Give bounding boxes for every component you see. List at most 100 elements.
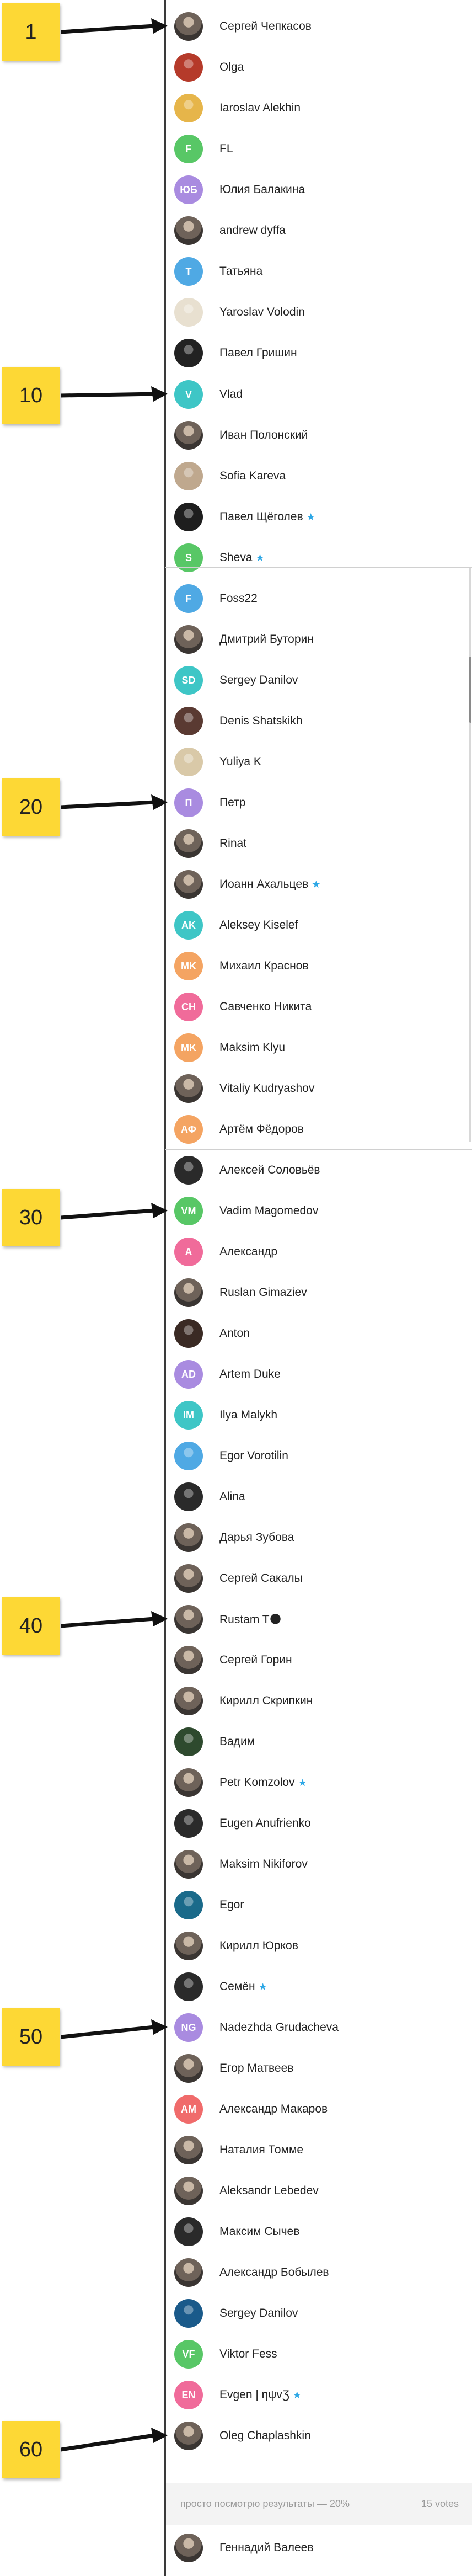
votes-count: 15 votes <box>421 2498 459 2509</box>
voter-name-text: Сергей Сакалы <box>219 1572 303 1585</box>
avatar <box>174 2534 203 2562</box>
voter-name: Егор Матвеев <box>219 2062 293 2075</box>
voter-row[interactable]: Иван Полонский <box>171 414 472 455</box>
avatar-initials: IM <box>183 1409 194 1421</box>
voter-row[interactable]: F Foss22 <box>171 578 472 618</box>
poll-option-row[interactable]: просто посмотрю результаты — 20% 15 vote… <box>166 2483 472 2525</box>
avatar <box>174 1687 203 1715</box>
voter-row[interactable]: VF Viktor Fess <box>171 2333 472 2374</box>
avatar <box>174 1646 203 1674</box>
voter-name-text: Foss22 <box>219 592 258 605</box>
voter-row[interactable]: Vitaliy Kudryashov <box>171 1068 472 1108</box>
voter-row[interactable]: Olga <box>171 46 472 87</box>
voter-row[interactable]: SD Sergey Danilov <box>171 659 472 700</box>
avatar <box>174 1891 203 1919</box>
voter-row[interactable]: VM Vadim Magomedov <box>171 1190 472 1231</box>
voter-row[interactable]: Denis Shatskikh <box>171 700 472 741</box>
voter-row[interactable]: IM Ilya Malykh <box>171 1394 472 1435</box>
voter-row[interactable]: Petr Komzolov ★ <box>171 1762 472 1802</box>
scrollbar-track[interactable] <box>469 568 471 1142</box>
voter-name: Viktor Fess <box>219 2348 277 2361</box>
voter-row[interactable]: Максим Сычев <box>171 2211 472 2252</box>
voter-row[interactable]: Дмитрий Буторин <box>171 618 472 659</box>
voter-row[interactable]: Eugen Anufrienko <box>171 1802 472 1843</box>
voter-row[interactable]: ЮБ Юлия Балакина <box>171 169 472 210</box>
voter-row[interactable]: Павел Гришин <box>171 332 472 373</box>
voter-name-text: Савченко Никита <box>219 1000 312 1013</box>
voter-row[interactable]: Oleg Chaplashkin <box>171 2415 472 2456</box>
voter-row[interactable]: П Петр <box>171 782 472 823</box>
voter-row[interactable]: Rustam T🌑 <box>171 1598 472 1639</box>
voter-row[interactable]: Семён ★ <box>171 1966 472 2007</box>
voter-row[interactable]: Вадим <box>171 1721 472 1762</box>
voter-name: Павел Щёголев ★ <box>219 510 315 524</box>
voter-row[interactable]: Maksim Nikiforov <box>171 1843 472 1884</box>
voter-row[interactable]: Иоанн Ахальцев ★ <box>171 863 472 904</box>
voter-row[interactable]: Дарья Зубова <box>171 1517 472 1558</box>
voter-row[interactable]: Павел Щёголев ★ <box>171 496 472 537</box>
avatar: П <box>174 788 203 817</box>
voter-name-text: Yaroslav Volodin <box>219 306 305 318</box>
voter-row[interactable]: Yaroslav Volodin <box>171 291 472 332</box>
voter-row[interactable]: andrew dyffa <box>171 210 472 250</box>
voter-row[interactable]: АФ Артём Фёдоров <box>171 1108 472 1149</box>
voter-row[interactable]: Aleksandr Lebedev <box>171 2170 472 2211</box>
voter-row[interactable]: Геннадий Валеев <box>171 2527 472 2568</box>
voter-row[interactable]: Александр Бобылев <box>171 2252 472 2292</box>
voter-name-text: Nadezhda Grudacheva <box>219 2021 339 2034</box>
voter-name-text: Viktor Fess <box>219 2348 277 2360</box>
voter-row[interactable]: Sofia Kareva <box>171 455 472 496</box>
voter-row[interactable]: F FL <box>171 128 472 169</box>
voter-row[interactable]: Ruslan Gimaziev <box>171 1272 472 1313</box>
voter-row[interactable]: Alina <box>171 1476 472 1517</box>
voter-row[interactable]: V Vlad <box>171 374 472 414</box>
voter-row[interactable]: AK Aleksey Kiselef <box>171 904 472 945</box>
avatar-initials: VM <box>181 1205 196 1217</box>
voter-row[interactable]: Наталия Томме <box>171 2129 472 2170</box>
voter-row[interactable]: Алексей Соловьёв <box>171 1149 472 1190</box>
voter-row[interactable]: Егор Матвеев <box>171 2047 472 2088</box>
avatar <box>174 1605 203 1634</box>
voter-name: Александр <box>219 1245 277 1258</box>
voter-row[interactable]: S Sheva ★ <box>171 537 472 578</box>
screenshot-seam <box>165 1149 472 1150</box>
scrollbar-thumb[interactable] <box>469 657 471 723</box>
voter-row[interactable]: T Татьяна <box>171 250 472 291</box>
voter-name-text: Artem Duke <box>219 1368 281 1380</box>
voter-row[interactable]: Кирилл Скрипкин <box>171 1680 472 1721</box>
voter-row[interactable]: Rinat <box>171 823 472 863</box>
avatar: S <box>174 543 203 572</box>
voter-row[interactable]: Сергей Горин <box>171 1639 472 1680</box>
avatar <box>174 53 203 82</box>
voter-row[interactable]: Сергей Сакалы <box>171 1558 472 1598</box>
avatar <box>174 2054 203 2083</box>
voter-row[interactable]: NG Nadezhda Grudacheva <box>171 2007 472 2047</box>
voter-row[interactable]: AD Artem Duke <box>171 1353 472 1394</box>
avatar-initials: F <box>185 593 192 604</box>
voter-name-text: Aleksey Kiselef <box>219 919 298 931</box>
arrow-icon <box>61 1203 168 1220</box>
voter-row[interactable]: MK Михаил Краснов <box>171 945 472 986</box>
voter-name-text: andrew dyffa <box>219 224 286 237</box>
voter-row[interactable]: Сергей Чепкасов <box>171 6 472 46</box>
voter-name: Olga <box>219 61 244 74</box>
voter-row[interactable]: Iaroslav Alekhin <box>171 87 472 128</box>
voter-row[interactable]: CH Савченко Никита <box>171 986 472 1027</box>
voter-row[interactable]: MK Maksim Klyu <box>171 1027 472 1068</box>
voter-row[interactable]: Anton <box>171 1313 472 1353</box>
voter-name: Наталия Томме <box>219 2143 303 2157</box>
voter-row[interactable]: Кирилл Юрков <box>171 1925 472 1966</box>
voter-row[interactable]: Egor <box>171 1884 472 1925</box>
avatar <box>174 707 203 735</box>
voter-name-text: Alina <box>219 1490 245 1503</box>
voter-name: Дмитрий Буторин <box>219 633 314 646</box>
voter-row[interactable]: EN Evgen | ηψvƷ ★ <box>171 2374 472 2415</box>
voter-name: Alina <box>219 1490 245 1503</box>
voter-row[interactable]: Sergey Danilov <box>171 2292 472 2333</box>
voter-name-text: Александр Макаров <box>219 2103 328 2115</box>
voter-row[interactable]: A Александр <box>171 1231 472 1272</box>
voter-name: Иоанн Ахальцев ★ <box>219 878 320 891</box>
voter-row[interactable]: Egor Vorotilin <box>171 1435 472 1476</box>
voter-row[interactable]: AM Александр Макаров <box>171 2088 472 2129</box>
voter-row[interactable]: Yuliya K <box>171 741 472 782</box>
